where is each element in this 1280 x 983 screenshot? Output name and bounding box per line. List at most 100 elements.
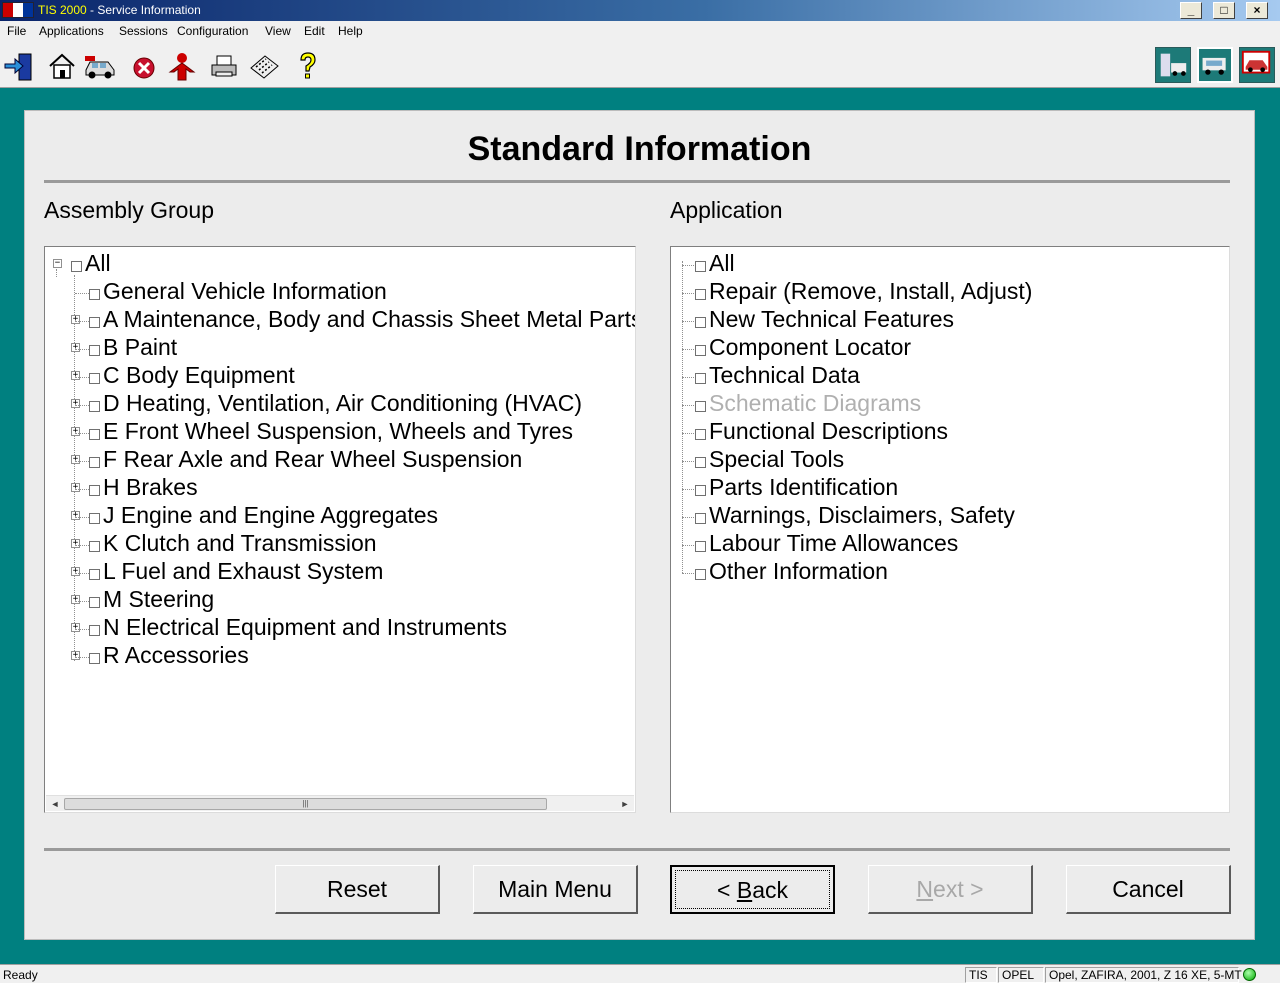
tree-connector bbox=[682, 349, 694, 350]
tree-item-label: K Clutch and Transmission bbox=[103, 530, 377, 556]
tree-item-checkbox[interactable] bbox=[89, 541, 100, 552]
tree-item-label: B Paint bbox=[103, 334, 178, 360]
scrollbar-thumb[interactable]: ||| bbox=[64, 798, 547, 810]
tree-item-label: Special Tools bbox=[709, 446, 845, 472]
tree-item-checkbox[interactable] bbox=[695, 373, 706, 384]
vehicle-icon[interactable] bbox=[84, 50, 116, 82]
tree-item-checkbox[interactable] bbox=[89, 485, 100, 496]
next-rest: ext > bbox=[933, 876, 984, 902]
menu-applications[interactable]: Applications bbox=[39, 24, 104, 38]
tree-connector bbox=[682, 489, 694, 490]
close-button[interactable]: × bbox=[1246, 2, 1268, 19]
tree-connector bbox=[75, 321, 89, 322]
keyboard-icon[interactable] bbox=[248, 50, 280, 82]
tree-item-checkbox[interactable] bbox=[89, 513, 100, 524]
assembly-horizontal-scrollbar[interactable]: ◄ ||| ► bbox=[46, 795, 634, 811]
tree-item-checkbox bbox=[695, 401, 706, 412]
tree-item-checkbox[interactable] bbox=[89, 653, 100, 664]
expand-icon[interactable]: + bbox=[71, 623, 80, 632]
tree-item-checkbox[interactable] bbox=[89, 345, 100, 356]
tree-item-checkbox[interactable] bbox=[89, 429, 100, 440]
connection-status-icon bbox=[1243, 968, 1256, 981]
stop-icon[interactable] bbox=[128, 50, 160, 82]
tree-item-checkbox[interactable] bbox=[89, 625, 100, 636]
menu-sessions[interactable]: Sessions bbox=[119, 24, 168, 38]
tree-item-label: E Front Wheel Suspension, Wheels and Tyr… bbox=[103, 418, 574, 444]
title-bar: TIS 2000 - Service Information _ □ × bbox=[0, 0, 1280, 21]
back-button[interactable]: < Back bbox=[670, 865, 835, 914]
main-menu-button[interactable]: Main Menu bbox=[473, 865, 638, 914]
tree-connector bbox=[75, 349, 89, 350]
tree-item-checkbox[interactable] bbox=[89, 457, 100, 468]
tree-item-label: A Maintenance, Body and Chassis Sheet Me… bbox=[103, 306, 636, 332]
assembly-group-tree[interactable]: − All General Vehicle Information + A Mainte… bbox=[44, 246, 636, 813]
next-button[interactable]: Next > bbox=[868, 865, 1033, 914]
expand-icon[interactable]: + bbox=[71, 539, 80, 548]
tree-item-checkbox[interactable] bbox=[695, 513, 706, 524]
expand-icon[interactable]: + bbox=[71, 511, 80, 520]
expand-icon[interactable]: + bbox=[71, 595, 80, 604]
collapse-icon[interactable]: − bbox=[53, 259, 62, 268]
scroll-left-arrow-icon[interactable]: ◄ bbox=[47, 797, 63, 811]
tree-item-label: C Body Equipment bbox=[103, 362, 295, 388]
status-bar: Ready TIS OPEL Opel, ZAFIRA, 2001, Z 16 … bbox=[0, 964, 1280, 983]
expand-icon[interactable]: + bbox=[71, 371, 80, 380]
menu-help[interactable]: Help bbox=[338, 24, 363, 38]
menu-file[interactable]: File bbox=[7, 24, 26, 38]
tree-item-checkbox[interactable] bbox=[695, 317, 706, 328]
reset-button[interactable]: Reset bbox=[275, 865, 440, 914]
expand-icon[interactable]: + bbox=[71, 567, 80, 576]
scroll-right-arrow-icon[interactable]: ► bbox=[617, 797, 633, 811]
menu-configuration[interactable]: Configuration bbox=[177, 24, 248, 38]
tree-item-checkbox[interactable] bbox=[695, 289, 706, 300]
tree-item-checkbox[interactable] bbox=[89, 401, 100, 412]
application-tree[interactable]: All Repair (Remove, Install, Adjust) New T… bbox=[670, 246, 1230, 813]
tree-connector bbox=[682, 265, 694, 266]
page-title: Standard Information bbox=[467, 130, 812, 168]
expand-icon[interactable]: + bbox=[71, 315, 80, 324]
cancel-button[interactable]: Cancel bbox=[1066, 865, 1231, 914]
minimize-button[interactable]: _ bbox=[1180, 2, 1202, 19]
tree-item-checkbox[interactable] bbox=[695, 345, 706, 356]
tree-item-label: N Electrical Equipment and Instruments bbox=[103, 614, 507, 640]
tree-item-checkbox[interactable] bbox=[695, 429, 706, 440]
tree-item-checkbox[interactable] bbox=[89, 597, 100, 608]
tree-item-checkbox[interactable] bbox=[89, 569, 100, 580]
expand-icon[interactable]: + bbox=[71, 455, 80, 464]
tree-item-label: All bbox=[709, 250, 735, 276]
home-icon[interactable] bbox=[46, 50, 78, 82]
tree-item-checkbox[interactable] bbox=[695, 569, 706, 580]
menu-view[interactable]: View bbox=[265, 24, 291, 38]
menu-bar: File Applications Sessions Configuration… bbox=[0, 21, 1280, 42]
tree-connector bbox=[682, 461, 694, 462]
status-text: Ready bbox=[3, 968, 38, 982]
tree-item-checkbox[interactable] bbox=[695, 541, 706, 552]
tree-item-checkbox[interactable] bbox=[695, 485, 706, 496]
expand-icon[interactable]: + bbox=[71, 343, 80, 352]
tree-item-checkbox[interactable] bbox=[89, 289, 100, 300]
tree-item-label: Repair (Remove, Install, Adjust) bbox=[709, 278, 1033, 304]
car-info-icon[interactable] bbox=[1239, 47, 1275, 83]
person-icon[interactable] bbox=[166, 50, 198, 82]
next-mnemonic: N bbox=[916, 876, 934, 902]
tree-item-checkbox[interactable] bbox=[695, 457, 706, 468]
tree-item-checkbox[interactable] bbox=[71, 261, 82, 272]
exit-icon[interactable] bbox=[3, 50, 35, 82]
tree-item-label: D Heating, Ventilation, Air Conditioning… bbox=[103, 390, 582, 416]
main-menu-button-label: Main Menu bbox=[498, 876, 612, 902]
service-station-icon[interactable] bbox=[1155, 47, 1191, 83]
expand-icon[interactable]: + bbox=[71, 651, 80, 660]
help-icon[interactable] bbox=[292, 50, 324, 82]
print-icon[interactable] bbox=[208, 50, 240, 82]
menu-edit[interactable]: Edit bbox=[304, 24, 325, 38]
expand-icon[interactable]: + bbox=[71, 427, 80, 436]
tree-item-label: J Engine and Engine Aggregates bbox=[103, 502, 439, 528]
status-brand: OPEL bbox=[998, 967, 1044, 983]
tree-item-checkbox[interactable] bbox=[89, 317, 100, 328]
expand-icon[interactable]: + bbox=[71, 483, 80, 492]
maximize-button[interactable]: □ bbox=[1213, 2, 1235, 19]
tree-item-checkbox[interactable] bbox=[695, 261, 706, 272]
expand-icon[interactable]: + bbox=[71, 399, 80, 408]
tree-item-checkbox[interactable] bbox=[89, 373, 100, 384]
diagnostics-icon[interactable] bbox=[1197, 47, 1233, 83]
